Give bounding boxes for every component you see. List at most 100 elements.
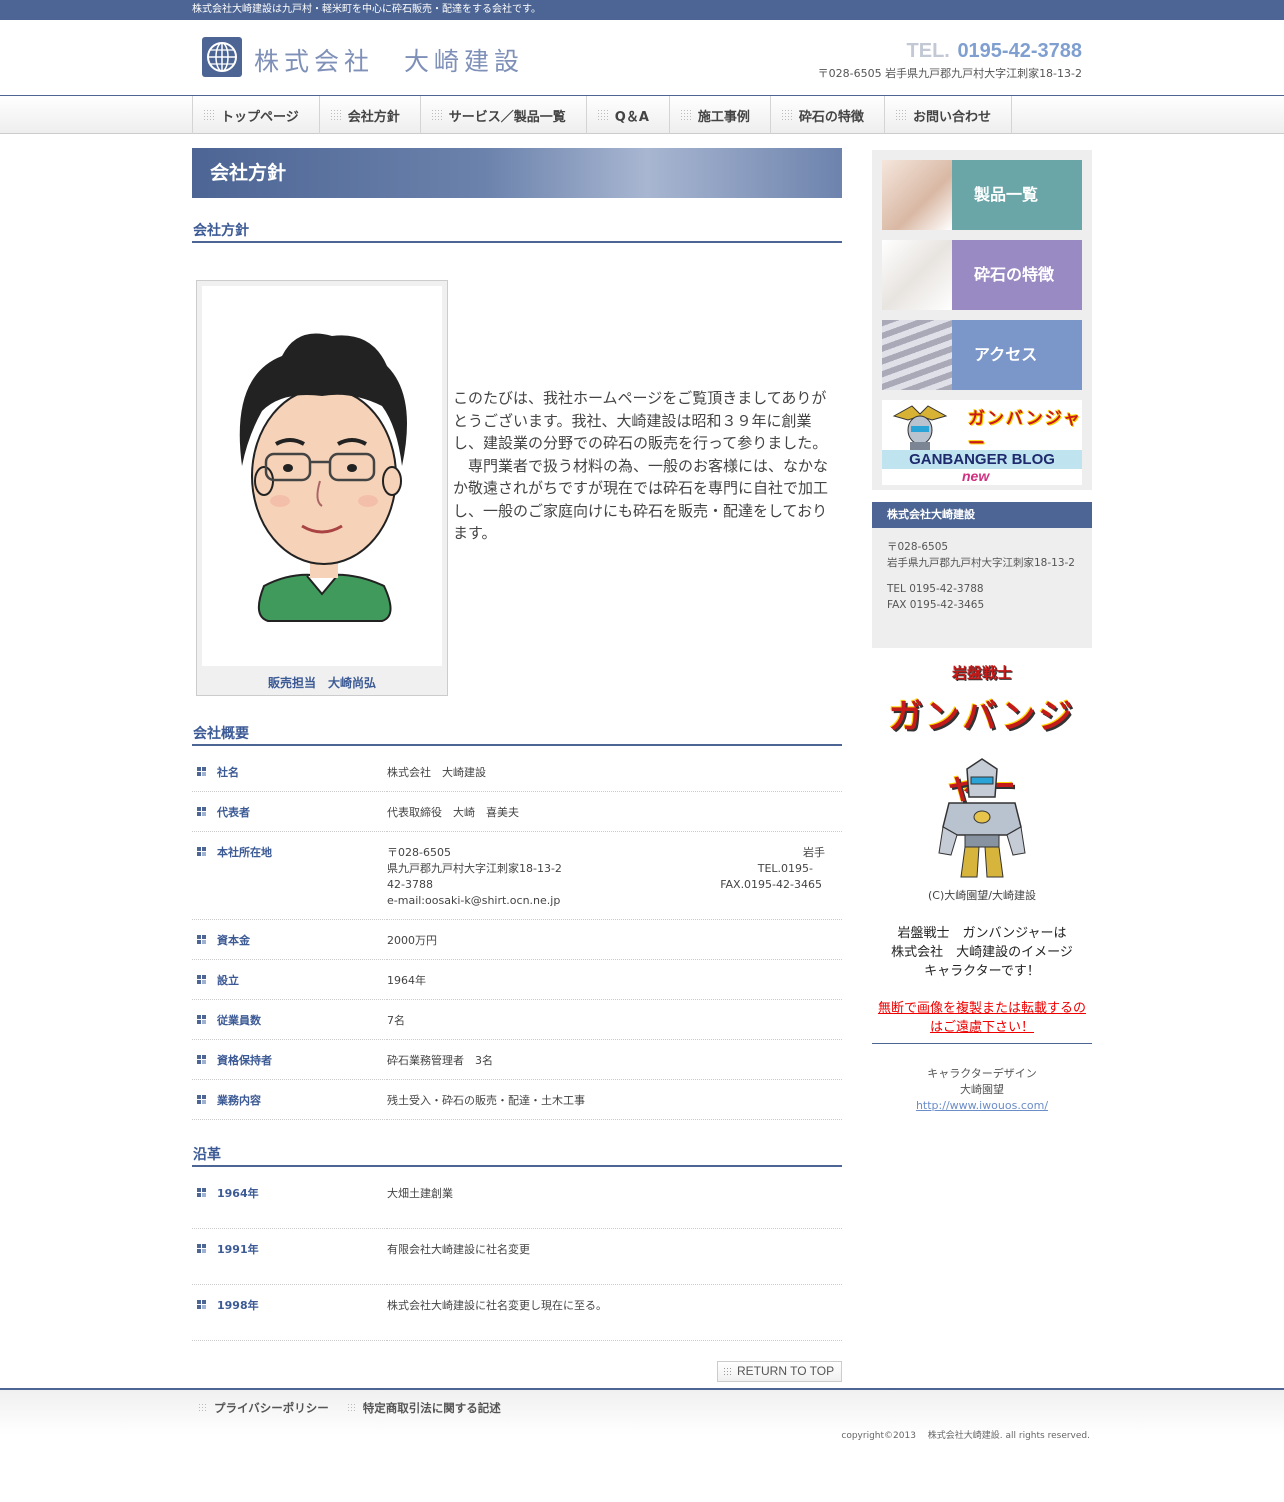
address-line-3-right: FAX.0195-42-3465 [720, 878, 822, 891]
table-row: 資本金 2000万円 [192, 919, 842, 960]
overview-heading: 会社概要 [192, 723, 842, 746]
table-row: 設立 1964年 [192, 959, 842, 1000]
history-year: 1964年 [192, 1173, 387, 1229]
nav-label: 施工事例 [697, 109, 750, 125]
history-year: 1998年 [192, 1284, 387, 1341]
main-content: 会社方針 会社方針 販売担当 大崎尚弘 このたびは、我社ホームページをご覧頂きま… [192, 148, 842, 1382]
header-contact: TEL. 0195-42-3788 〒028-6505 岩手県九戸郡九戸村大字江… [818, 40, 1082, 81]
footer-nav: プライバシーポリシー 特定商取引法に関する記述 [198, 1400, 501, 1416]
row-key: 資本金 [192, 919, 387, 960]
row-key: 資格保持者 [192, 1039, 387, 1080]
content-wrapper: 会社方針 会社方針 販売担当 大崎尚弘 このたびは、我社ホームページをご覧頂きま… [192, 148, 1092, 1382]
row-key: 本社所在地 [192, 831, 387, 920]
page-title: 会社方針 [192, 148, 842, 198]
mascot-description: 岩盤戦士 ガンバンジャーは 株式会社 大崎建設のイメージ キャラクターです！ [872, 924, 1092, 981]
footer-link-privacy[interactable]: プライバシーポリシー [198, 1400, 329, 1416]
nav-item-services[interactable]: サービス／製品一覧 [421, 96, 587, 134]
row-value: 2000万円 [387, 919, 842, 960]
address-line-1-right: 岩手 [803, 846, 825, 859]
row-key: 社名 [192, 752, 387, 792]
address-line-2: 県九戸郡九戸村大字江刺家18-13-2 [387, 862, 562, 875]
warning-line: 無断で画像を複製または転載するの [877, 1001, 1086, 1016]
table-row: 1991年 有限会社大崎建設に社名変更 [192, 1228, 842, 1285]
company-tel: TEL 0195-42-3788 [887, 583, 984, 595]
design-label: キャラクターデザイン [927, 1067, 1037, 1080]
site-logo[interactable]: 株式会社 大崎建設 [202, 36, 524, 78]
table-row: 資格保持者 砕石業務管理者 3名 [192, 1039, 842, 1080]
products-banner[interactable]: 製品一覧 [882, 160, 1082, 230]
company-fax: FAX 0195-42-3465 [887, 598, 985, 611]
footer-link-commerce-law[interactable]: 特定商取引法に関する記述 [346, 1400, 501, 1416]
nav-item-qa[interactable]: Q＆A [587, 96, 670, 134]
company-info-box: 株式会社大崎建設 〒028-6505 岩手県九戸郡九戸村大字江刺家18-13-2… [872, 502, 1092, 648]
site-footer: プライバシーポリシー 特定商取引法に関する記述 copyright©2013 株… [0, 1388, 1284, 1502]
company-overview-table: 社名 株式会社 大崎建設 代表者 代表取締役 大崎 喜美夫 本社所在地 〒028-6… [192, 752, 842, 1120]
mascot-desc-line: 株式会社 大崎建設のイメージ [891, 945, 1073, 960]
dots-icon [780, 109, 793, 121]
features-banner[interactable]: 砕石の特徴 [882, 240, 1082, 310]
dots-icon [346, 1403, 357, 1413]
row-value: 1964年 [387, 959, 842, 1000]
table-row: 代表者 代表取締役 大崎 喜美夫 [192, 791, 842, 832]
mascot-image: 岩盤戦士 ガンバンジャー (C)大崎園望/大崎建設 [872, 662, 1092, 912]
history-heading: 沿革 [192, 1144, 842, 1167]
table-row: 1964年 大畑土建創業 [192, 1173, 842, 1229]
nav-label: Q＆A [614, 109, 649, 125]
crowd-photo [882, 320, 952, 390]
return-to-top-label: RETURN TO TOP [737, 1364, 835, 1378]
global-nav: トップページ 会社方針 サービス／製品一覧 Q＆A 施工事例 砕石の特徴 お問い… [0, 95, 1284, 134]
top-bar-text: 株式会社大崎建設は九戸村・軽米町を中心に砕石販売・配達をする会社です。 [192, 4, 541, 15]
nav-label: トップページ [221, 109, 299, 125]
operator-photo [882, 160, 952, 230]
hero-mini-icon [892, 405, 948, 450]
address-line-3: 42-3788 [387, 878, 433, 891]
blog-banner-label: GANBANGER BLOG [882, 450, 1082, 469]
sidebar-banners: 製品一覧 砕石の特徴 アクセス ガンバンジャー GANBANGER BLOG n… [872, 150, 1092, 490]
address-value: 〒028-6505 岩手 県九戸郡九戸村大字江刺家18-13-2 TEL.0195-… [387, 831, 842, 920]
nav-item-policy[interactable]: 会社方針 [320, 96, 421, 134]
dots-icon [329, 109, 342, 121]
row-value: 7名 [387, 999, 842, 1040]
character-design-credit: キャラクターデザイン 大崎園望 http://www.iwouos.com/ [872, 1066, 1092, 1114]
banner-label: 製品一覧 [952, 160, 1082, 230]
table-row: 本社所在地 〒028-6505 岩手 県九戸郡九戸村大字江刺家18-13-2 TEL… [192, 831, 842, 920]
email: e-mail:oosaki-k@shirt.ocn.ne.jp [387, 894, 561, 907]
nav-item-top[interactable]: トップページ [193, 96, 320, 134]
greeting-paragraph-2: 専門業者で扱う材料の為、一般のお客様には、なかなか敬遠されがちですが現在では砕石… [453, 456, 829, 543]
dots-icon [894, 109, 907, 121]
history-event: 大畑土建創業 [387, 1173, 842, 1229]
row-value: 株式会社 大崎建設 [387, 752, 842, 792]
greeting-paragraph-1: このたびは、我社ホームページをご覧頂きましてありがとうございます。我社、大崎建設… [453, 389, 828, 452]
dots-icon [198, 1403, 208, 1413]
row-key: 代表者 [192, 791, 387, 832]
designer-name: 大崎園望 [960, 1083, 1004, 1096]
dots-icon [679, 109, 692, 121]
history-table: 1964年 大畑土建創業 1991年 有限会社大崎建設に社名変更 1998年 株式会社… [192, 1173, 842, 1341]
company-address: 岩手県九戸郡九戸村大字江刺家18-13-2 [887, 556, 1075, 569]
history-event: 株式会社大崎建設に社名変更し現在に至る。 [387, 1284, 842, 1341]
site-header: 株式会社 大崎建設 TEL. 0195-42-3788 〒028-6505 岩手… [192, 20, 1092, 95]
nav-label: サービス／製品一覧 [448, 109, 566, 125]
blog-banner[interactable]: ガンバンジャー GANBANGER BLOG new [882, 400, 1082, 485]
nav-item-features[interactable]: 砕石の特徴 [771, 96, 885, 134]
mascot-title-logo: ガンバンジャー [888, 697, 1076, 807]
history-year: 1991年 [192, 1228, 387, 1285]
address-line-2-right: TEL.0195- [757, 862, 813, 875]
access-banner[interactable]: アクセス [882, 320, 1082, 390]
intro-section: 販売担当 大崎尚弘 このたびは、我社ホームページをご覧頂きましてありがとうござい… [192, 243, 842, 696]
mascot-credit: (C)大崎園望/大崎建設 [928, 889, 1036, 902]
dots-icon [596, 109, 609, 121]
designer-link[interactable]: http://www.iwouos.com/ [916, 1099, 1048, 1112]
new-badge: new [962, 468, 990, 484]
return-to-top-button[interactable]: RETURN TO TOP [717, 1361, 842, 1382]
nav-item-contact[interactable]: お問い合わせ [885, 96, 1012, 134]
greeting-text: このたびは、我社ホームページをご覧頂きましてありがとうございます。我社、大崎建設… [453, 387, 841, 545]
warning-line: はご遠慮下さい！ [929, 1020, 1034, 1035]
banner-label: アクセス [952, 320, 1082, 390]
mascot-subtitle: 岩盤戦士 [951, 664, 1012, 682]
nav-label: 砕石の特徴 [798, 109, 864, 125]
arrow-up-icon [723, 1367, 733, 1376]
footer-link-label: プライバシーポリシー [214, 1401, 329, 1415]
nav-item-works[interactable]: 施工事例 [670, 96, 771, 134]
mascot-desc-line: キャラクターです！ [924, 964, 1040, 979]
